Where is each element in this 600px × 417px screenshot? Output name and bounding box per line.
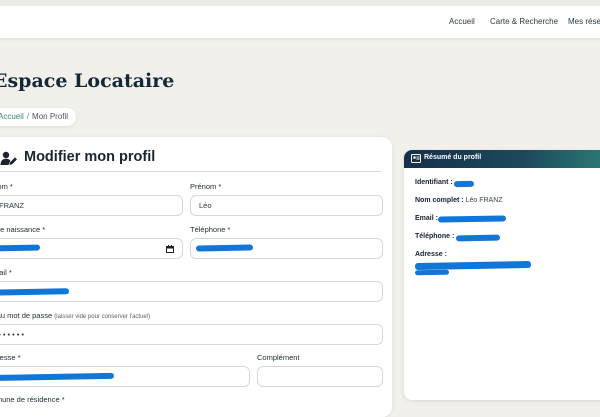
redaction-telephone xyxy=(195,244,254,252)
email-label: Email * xyxy=(0,268,12,277)
prenom-label: Prénom * xyxy=(190,182,222,191)
summary-adresse: Adresse : xyxy=(415,251,447,258)
summary-adresse-label: Adresse : xyxy=(415,251,447,258)
form-title-divider xyxy=(0,171,382,172)
breadcrumb-current: Mon Profil xyxy=(32,112,69,121)
redaction-summary-adresse xyxy=(414,260,532,271)
summary-title: Résumé du profil xyxy=(424,154,482,161)
profile-summary-card: Résumé du profil Identifiant : Nom compl… xyxy=(404,150,600,400)
top-navbar: Accueil Carte & Recherche Mes réservatio… xyxy=(0,0,600,38)
nom-input[interactable]: FRANZ xyxy=(0,195,183,216)
adresse-label: Adresse * xyxy=(0,353,21,362)
password-label-text: Nouveau mot de passe xyxy=(0,311,53,320)
profile-form-card: Modifier mon profil Nom * FRANZ Prénom *… xyxy=(0,137,392,417)
password-hint: (laisser vide pour conserver l'actuel) xyxy=(54,314,151,320)
nom-label: Nom * xyxy=(0,182,13,191)
complement-label: Complément xyxy=(257,353,300,362)
breadcrumb: Accueil / Mon Profil xyxy=(0,108,77,126)
summary-email: Email : xyxy=(415,215,438,222)
prenom-input[interactable]: Léo xyxy=(190,195,383,216)
summary-identifiant: Identifiant : xyxy=(415,179,453,186)
top-strip xyxy=(0,0,600,6)
summary-identifiant-label: Identifiant : xyxy=(415,179,453,186)
summary-header: Résumé du profil xyxy=(404,150,600,168)
redaction-identifiant xyxy=(453,180,475,188)
breadcrumb-home-link[interactable]: Accueil xyxy=(0,112,24,121)
page-title: Espace Locataire xyxy=(0,70,175,92)
password-input[interactable]: •••••••• xyxy=(0,324,383,345)
nav-accueil[interactable]: Accueil xyxy=(449,17,475,26)
user-card-icon xyxy=(411,154,421,163)
redaction-summary-adresse-2 xyxy=(414,269,450,276)
redaction-date-naissance xyxy=(0,244,41,252)
date-naissance-label: Date de naissance * xyxy=(0,225,46,234)
summary-email-label: Email : xyxy=(415,215,438,222)
summary-nom-complet-label: Nom complet : xyxy=(415,197,464,204)
password-label: Nouveau mot de passe (laisser vide pour … xyxy=(0,311,150,320)
telephone-label: Téléphone * xyxy=(190,225,231,234)
calendar-icon[interactable] xyxy=(166,245,174,253)
breadcrumb-separator: / xyxy=(26,112,30,121)
nav-mes-reservations[interactable]: Mes réservations xyxy=(568,17,600,26)
summary-telephone-label: Téléphone : xyxy=(415,233,455,240)
nav-carte-recherche[interactable]: Carte & Recherche xyxy=(490,17,558,26)
redaction-summary-telephone xyxy=(455,234,501,242)
summary-telephone: Téléphone : xyxy=(415,233,454,240)
summary-nom-complet: Nom complet : Léo FRANZ xyxy=(415,197,503,204)
complement-input[interactable] xyxy=(257,366,383,387)
summary-nom-complet-value: Léo FRANZ xyxy=(465,197,503,204)
redaction-summary-email xyxy=(437,215,507,223)
form-title-text: Modifier mon profil xyxy=(24,149,156,165)
user-edit-icon xyxy=(0,151,17,165)
